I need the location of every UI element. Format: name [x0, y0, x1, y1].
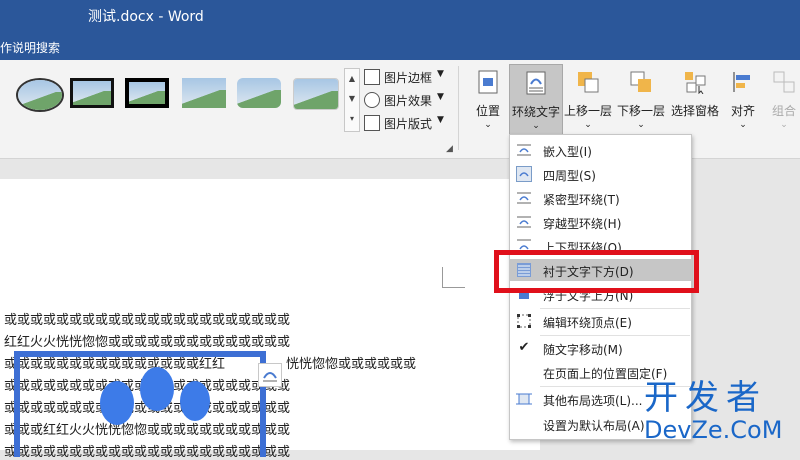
title-bar: 测试.docx - Word: [0, 0, 800, 32]
picture-style-soft-edge[interactable]: [182, 78, 226, 108]
picture-style-rounded[interactable]: [237, 78, 281, 108]
wrap-text-icon: [526, 71, 546, 95]
picture-effects-icon: [364, 92, 380, 108]
position-button[interactable]: 位置 ⌄: [466, 64, 510, 146]
menu-item-through[interactable]: 穿越型环绕(H): [510, 211, 691, 233]
position-icon: [478, 70, 498, 94]
bring-forward-icon: [578, 72, 599, 93]
menu-item-label: 嵌入型(I): [543, 145, 592, 159]
picture-style-reflected[interactable]: [293, 78, 339, 110]
picture-layout-label: 图片版式: [384, 117, 433, 131]
text-line: 或或或或或或或或或或或或或或或或或或或或或或: [4, 313, 291, 328]
menu-item-label: 四周型(S): [543, 169, 596, 183]
tell-me-search[interactable]: 作说明搜索: [0, 39, 60, 56]
picture-styles-gallery: [0, 66, 342, 136]
tight-wrap-icon: [517, 192, 531, 204]
menu-separator: [540, 335, 690, 336]
send-backward-icon: [630, 71, 651, 92]
text-line: 红红火火恍恍惚惚或或或或或或或或或或或或或或: [4, 335, 291, 350]
watermark-text: 开发者: [644, 378, 767, 418]
align-icon: [733, 72, 750, 92]
picture-style-black-frame[interactable]: [125, 78, 169, 108]
paw-print-image: [140, 367, 174, 411]
group-icon: [773, 71, 795, 93]
menu-item-move-with-text[interactable]: ✔ 随文字移动(M): [510, 337, 691, 359]
gallery-down-icon[interactable]: ▼: [345, 89, 359, 109]
watermark: 开发者 DevZe.CoM: [644, 380, 782, 444]
chevron-down-icon: ▼: [437, 115, 444, 125]
paw-print-image: [100, 381, 134, 425]
menu-item-label: 其他布局选项(L)...: [543, 394, 643, 408]
gallery-up-icon[interactable]: ▲: [345, 69, 359, 89]
menu-item-inline[interactable]: 嵌入型(I): [510, 139, 691, 161]
picture-layout-button[interactable]: 图片版式 ▼: [362, 112, 454, 135]
selection-pane-icon: [685, 72, 706, 94]
menu-item-label: 随文字移动(M): [543, 343, 623, 357]
dialog-launcher-icon[interactable]: ◢: [446, 144, 453, 154]
wrap-text-label: 环绕文字: [511, 105, 560, 119]
picture-border-label: 图片边框: [384, 71, 433, 85]
picture-border-button[interactable]: 图片边框 ▼: [362, 66, 454, 89]
layout-options-icon[interactable]: [258, 363, 282, 387]
chevron-down-icon: ⌄: [739, 120, 747, 130]
picture-commands: 图片边框 ▼ 图片效果 ▼ 图片版式 ▼: [362, 66, 454, 135]
square-wrap-icon: [516, 166, 532, 182]
menu-item-square[interactable]: 四周型(S): [510, 163, 691, 185]
picture-style-thick-black[interactable]: [70, 78, 114, 108]
chevron-down-icon: ⌄: [637, 120, 645, 130]
picture-effects-button[interactable]: 图片效果 ▼: [362, 89, 454, 112]
gallery-scroll[interactable]: ▲ ▼ ▾: [344, 68, 360, 132]
edit-wrap-points-icon: [517, 314, 531, 328]
align-label: 对齐: [730, 104, 755, 118]
more-layout-options-icon: [516, 393, 532, 405]
margin-corner-mark: [442, 267, 465, 288]
picture-layout-icon: [364, 115, 380, 131]
tell-me-bar: 作说明搜索: [0, 32, 800, 60]
menu-item-label: 设置为默认布局(A): [543, 419, 645, 433]
chevron-down-icon: ⌄: [584, 120, 592, 130]
selection-pane-label: 选择窗格: [670, 104, 719, 118]
chevron-down-icon: ▼: [437, 92, 444, 102]
menu-item-tight[interactable]: 紧密型环绕(T): [510, 187, 691, 209]
chevron-down-icon: ⌄: [532, 121, 540, 131]
chevron-down-icon: ⌄: [484, 120, 492, 130]
group-divider: [458, 66, 459, 150]
highlight-box: [494, 250, 699, 293]
gallery-more-icon[interactable]: ▾: [345, 109, 359, 129]
group-label: 组合: [771, 104, 796, 118]
menu-item-label: 紧密型环绕(T): [543, 193, 620, 207]
window-title: 测试.docx - Word: [88, 9, 204, 25]
selected-picture[interactable]: [14, 351, 266, 457]
menu-item-edit-wrap-points[interactable]: 编辑环绕顶点(E): [510, 310, 691, 332]
align-button[interactable]: 对齐 ⌄: [724, 64, 762, 146]
picture-style-oval[interactable]: [16, 78, 64, 112]
group-button[interactable]: 组合 ⌄: [764, 64, 800, 146]
checkmark-icon: ✔: [518, 340, 530, 355]
inline-wrap-icon: [517, 144, 531, 156]
send-backward-label: 下移一层: [616, 104, 665, 118]
menu-item-label: 穿越型环绕(H): [543, 217, 622, 231]
through-wrap-icon: [517, 216, 531, 228]
watermark-text: DevZe.CoM: [644, 416, 783, 444]
position-label: 位置: [475, 104, 500, 118]
bring-forward-label: 上移一层: [563, 104, 612, 118]
paw-print-image: [180, 381, 210, 421]
text-line: 恍恍惚惚或或或或或或: [286, 357, 417, 372]
picture-border-icon: [364, 69, 380, 85]
chevron-down-icon: ▼: [437, 69, 444, 79]
chevron-down-icon: ⌄: [780, 120, 788, 130]
menu-separator: [540, 308, 690, 309]
menu-item-label: 编辑环绕顶点(E): [543, 316, 632, 330]
picture-effects-label: 图片效果: [384, 94, 433, 108]
